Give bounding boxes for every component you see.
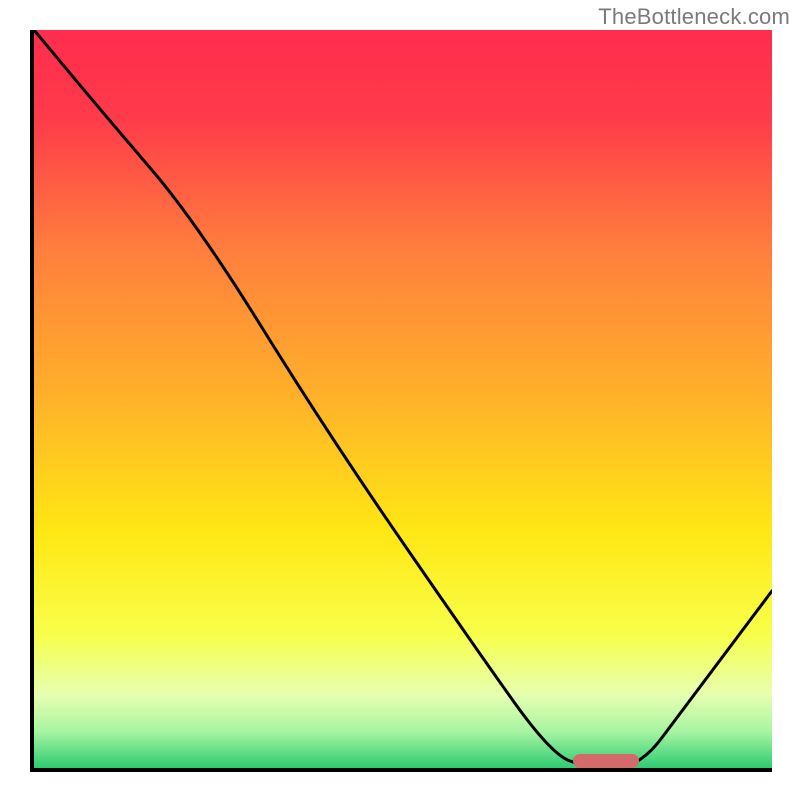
optimum-marker — [573, 754, 639, 768]
bottleneck-curve — [34, 30, 772, 768]
plot-area — [30, 30, 772, 772]
watermark-text: TheBottleneck.com — [598, 4, 790, 30]
chart-canvas: TheBottleneck.com — [0, 0, 800, 800]
curve-path — [34, 30, 772, 768]
